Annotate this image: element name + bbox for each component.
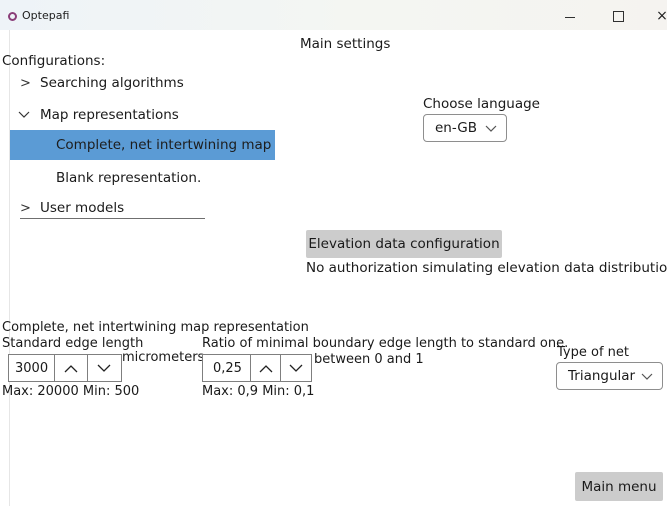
tree-item-label: Complete, net intertwining map re (56, 137, 275, 153)
tree-divider (20, 218, 205, 219)
tree-item-label: Blank representation. (56, 170, 202, 186)
main-menu-button[interactable]: Main menu (575, 472, 663, 501)
edge-length-value: 3000 (15, 360, 49, 376)
ratio-stepper[interactable]: 0,25 (202, 354, 312, 382)
configurations-label: Configurations: (2, 53, 106, 69)
app-ring-icon (8, 12, 17, 21)
tree-item-label: Searching algorithms (40, 75, 184, 91)
maximize-icon (612, 10, 624, 22)
close-icon: × (656, 8, 667, 24)
title-bar: Optepafi × (0, 0, 667, 30)
app-window: Optepafi × Main settings Configurations:… (0, 0, 667, 506)
tree-item-label: Map representations (40, 107, 179, 123)
edge-length-limits: Max: 20000 Min: 500 (2, 384, 140, 399)
chevron-right-icon: > (20, 200, 31, 216)
ratio-hint: between 0 and 1 (314, 352, 424, 367)
representation-title: Complete, net intertwining map represent… (2, 320, 309, 335)
chevron-right-icon: > (20, 75, 31, 91)
tree-item-label: User models (40, 200, 125, 216)
net-type-value: Triangular (568, 368, 636, 384)
net-type-label: Type of net (557, 345, 629, 360)
tree-item-map-representations[interactable]: Map representations (18, 101, 179, 129)
language-select[interactable]: en-GB (423, 114, 507, 142)
ratio-decrement[interactable] (280, 355, 311, 381)
edge-length-stepper[interactable]: 3000 (8, 354, 122, 382)
edge-length-unit: micrometers (122, 350, 205, 365)
ratio-value: 0,25 (213, 360, 242, 376)
tree-item-complete-net-selected[interactable]: Complete, net intertwining map re (10, 130, 275, 160)
edge-length-decrement[interactable] (87, 355, 120, 381)
minimize-button[interactable] (548, 4, 592, 28)
chevron-down-icon (18, 109, 32, 122)
language-value: en-GB (435, 120, 477, 136)
window-title: Optepafi (22, 9, 70, 22)
elevation-status: No authorization simulating elevation da… (306, 260, 667, 276)
minimize-icon (565, 16, 575, 18)
edge-length-increment[interactable] (54, 355, 87, 381)
ratio-label: Ratio of minimal boundary edge length to… (202, 336, 569, 351)
tree-item-blank-representation[interactable]: Blank representation. (56, 164, 201, 192)
ratio-increment[interactable] (249, 355, 281, 381)
tree-item-searching-algorithms[interactable]: > Searching algorithms (20, 69, 184, 97)
maximize-button[interactable] (596, 4, 640, 28)
chevron-down-icon (485, 120, 497, 139)
page-title: Main settings (300, 36, 391, 52)
language-label: Choose language (423, 96, 540, 112)
chevron-down-icon (641, 368, 653, 387)
close-button[interactable]: × (640, 4, 667, 28)
ratio-limits: Max: 0,9 Min: 0,1 (202, 384, 315, 399)
net-type-select[interactable]: Triangular (556, 362, 663, 390)
left-edge-divider (9, 30, 10, 506)
elevation-config-button[interactable]: Elevation data configuration (306, 230, 502, 258)
